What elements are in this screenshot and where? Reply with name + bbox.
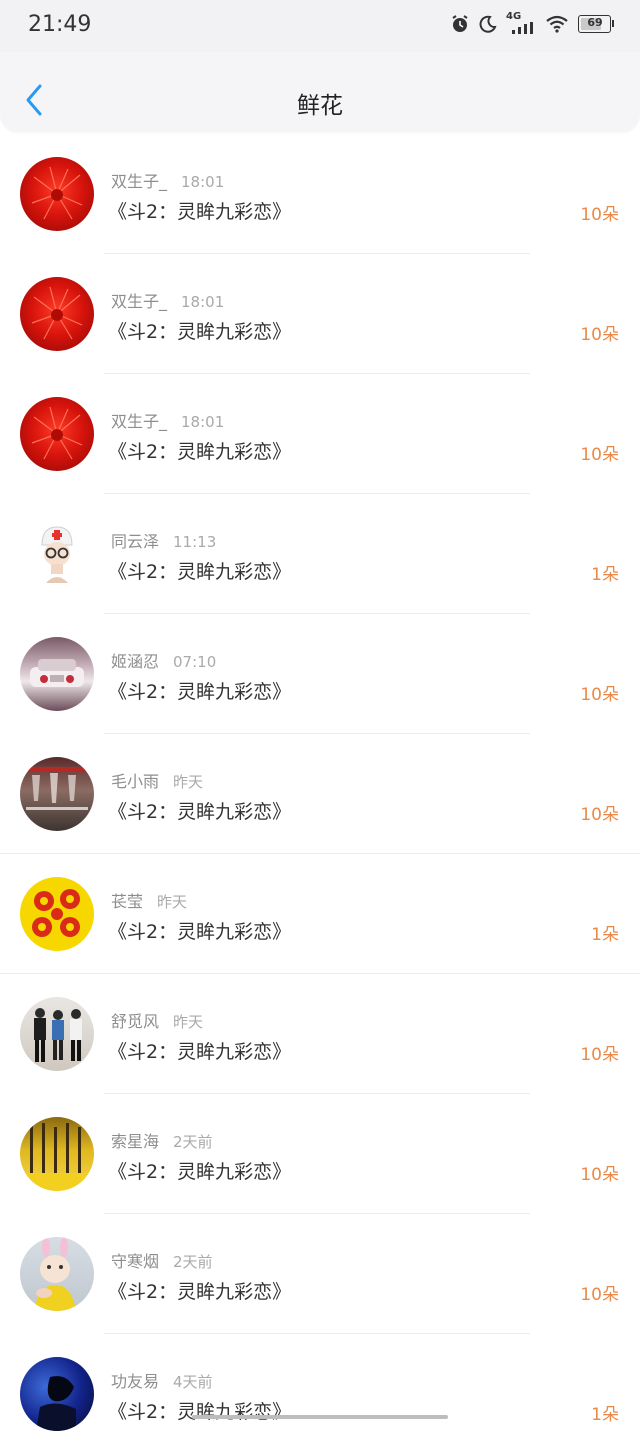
meta: 姬涵忍 07:10 <box>111 648 216 672</box>
list-item[interactable]: 苌莹 昨天 《斗2：灵眸九彩恋》 1朵 <box>0 854 640 974</box>
sent-time: 昨天 <box>173 773 204 791</box>
sender-name: 双生子_ <box>111 292 168 311</box>
meta: 双生子_ 18:01 <box>111 408 224 432</box>
book-title[interactable]: 《斗2：灵眸九彩恋》 <box>108 917 291 944</box>
flower-count: 10朵 <box>580 445 619 465</box>
sent-time: 18:01 <box>181 173 225 191</box>
meta: 双生子_ 18:01 <box>111 168 224 192</box>
flower-count: 10朵 <box>580 1165 619 1185</box>
meta: 苌莹 昨天 <box>111 888 187 912</box>
sent-time: 昨天 <box>173 1013 204 1031</box>
red-flower-avatar[interactable] <box>20 277 94 351</box>
yellow-flower-avatar[interactable] <box>20 877 94 951</box>
book-title[interactable]: 《斗2：灵眸九彩恋》 <box>108 1037 291 1064</box>
flower-count: 1朵 <box>591 1405 619 1425</box>
flower-count: 10朵 <box>580 1045 619 1065</box>
sent-time: 18:01 <box>181 413 225 431</box>
ginkgo-avatar[interactable] <box>20 1117 94 1191</box>
book-title[interactable]: 《斗2：灵眸九彩恋》 <box>108 197 291 224</box>
sender-name: 毛小雨 <box>111 772 160 791</box>
battery-icon: 69 <box>578 15 614 33</box>
wifi-icon <box>546 15 568 33</box>
sender-name: 姬涵忍 <box>111 652 160 671</box>
sent-time: 2天前 <box>173 1133 213 1151</box>
list-item[interactable]: 双生子_ 18:01 《斗2：灵眸九彩恋》 10朵 <box>0 254 640 374</box>
status-bar: 21:49 4G 69 <box>0 0 640 52</box>
sender-name: 索星海 <box>111 1132 160 1151</box>
meta: 守寒烟 2天前 <box>111 1248 213 1272</box>
page-title: 鲜花 <box>297 93 343 119</box>
red-flower-avatar[interactable] <box>20 397 94 471</box>
list-item[interactable]: 毛小雨 昨天 《斗2：灵眸九彩恋》 10朵 <box>0 734 640 854</box>
book-title[interactable]: 《斗2：灵眸九彩恋》 <box>108 1277 291 1304</box>
moon-icon <box>479 15 497 33</box>
dark-blue-avatar[interactable] <box>20 1357 94 1431</box>
status-time: 21:49 <box>28 12 92 37</box>
book-title[interactable]: 《斗2：灵眸九彩恋》 <box>108 1157 291 1184</box>
sender-name: 同云泽 <box>111 532 160 551</box>
book-title[interactable]: 《斗2：灵眸九彩恋》 <box>108 437 291 464</box>
list-item[interactable]: 双生子_ 18:01 《斗2：灵眸九彩恋》 10朵 <box>0 134 640 254</box>
flower-list: 双生子_ 18:01 《斗2：灵眸九彩恋》 10朵 双生子_ 18:01 《斗2：灵… <box>0 134 640 1454</box>
red-flower-avatar[interactable] <box>20 157 94 231</box>
network-label: 4G <box>506 11 536 34</box>
car-avatar[interactable] <box>20 637 94 711</box>
list-item[interactable]: 索星海 2天前 《斗2：灵眸九彩恋》 10朵 <box>0 1094 640 1214</box>
list-item[interactable]: 同云泽 11:13 《斗2：灵眸九彩恋》 1朵 <box>0 494 640 614</box>
flower-count: 10朵 <box>580 205 619 225</box>
sender-name: 双生子_ <box>111 412 168 431</box>
signal-icon <box>512 22 533 34</box>
book-title[interactable]: 《斗2：灵眸九彩恋》 <box>108 1397 291 1424</box>
sent-time: 昨天 <box>157 893 188 911</box>
sender-name: 舒觅风 <box>111 1012 160 1031</box>
meta: 双生子_ 18:01 <box>111 288 224 312</box>
list-item[interactable]: 守寒烟 2天前 《斗2：灵眸九彩恋》 10朵 <box>0 1214 640 1334</box>
home-indicator[interactable] <box>192 1415 448 1419</box>
flower-count: 1朵 <box>591 565 619 585</box>
teletubby-avatar[interactable] <box>20 1237 94 1311</box>
sent-time: 4天前 <box>173 1373 213 1391</box>
book-title[interactable]: 《斗2：灵眸九彩恋》 <box>108 317 291 344</box>
flower-count: 10朵 <box>580 805 619 825</box>
glasses-avatar[interactable] <box>20 757 94 831</box>
nav-bar: 鲜花 <box>0 52 640 132</box>
flower-count: 10朵 <box>580 1285 619 1305</box>
flower-count: 10朵 <box>580 325 619 345</box>
book-title[interactable]: 《斗2：灵眸九彩恋》 <box>108 797 291 824</box>
sender-name: 守寒烟 <box>111 1252 160 1271</box>
people-avatar[interactable] <box>20 997 94 1071</box>
book-title[interactable]: 《斗2：灵眸九彩恋》 <box>108 557 291 584</box>
meta: 同云泽 11:13 <box>111 528 216 552</box>
list-item[interactable]: 舒觅风 昨天 《斗2：灵眸九彩恋》 10朵 <box>0 974 640 1094</box>
sent-time: 07:10 <box>173 653 217 671</box>
status-icons: 4G 69 <box>450 11 614 34</box>
list-item[interactable]: 双生子_ 18:01 《斗2：灵眸九彩恋》 10朵 <box>0 374 640 494</box>
meta: 索星海 2天前 <box>111 1128 213 1152</box>
book-title[interactable]: 《斗2：灵眸九彩恋》 <box>108 677 291 704</box>
meta: 舒觅风 昨天 <box>111 1008 203 1032</box>
list-item[interactable]: 功友易 4天前 《斗2：灵眸九彩恋》 1朵 <box>0 1334 640 1454</box>
nurse-figure-avatar[interactable] <box>20 517 94 591</box>
sent-time: 2天前 <box>173 1253 213 1271</box>
list-item[interactable]: 姬涵忍 07:10 《斗2：灵眸九彩恋》 10朵 <box>0 614 640 734</box>
sent-time: 18:01 <box>181 293 225 311</box>
flower-count: 1朵 <box>591 925 619 945</box>
flower-count: 10朵 <box>580 685 619 705</box>
meta: 毛小雨 昨天 <box>111 768 203 792</box>
sender-name: 功友易 <box>111 1372 160 1391</box>
sent-time: 11:13 <box>173 533 217 551</box>
sender-name: 双生子_ <box>111 172 168 191</box>
meta: 功友易 4天前 <box>111 1368 213 1392</box>
alarm-icon <box>452 15 468 32</box>
sender-name: 苌莹 <box>111 892 144 911</box>
